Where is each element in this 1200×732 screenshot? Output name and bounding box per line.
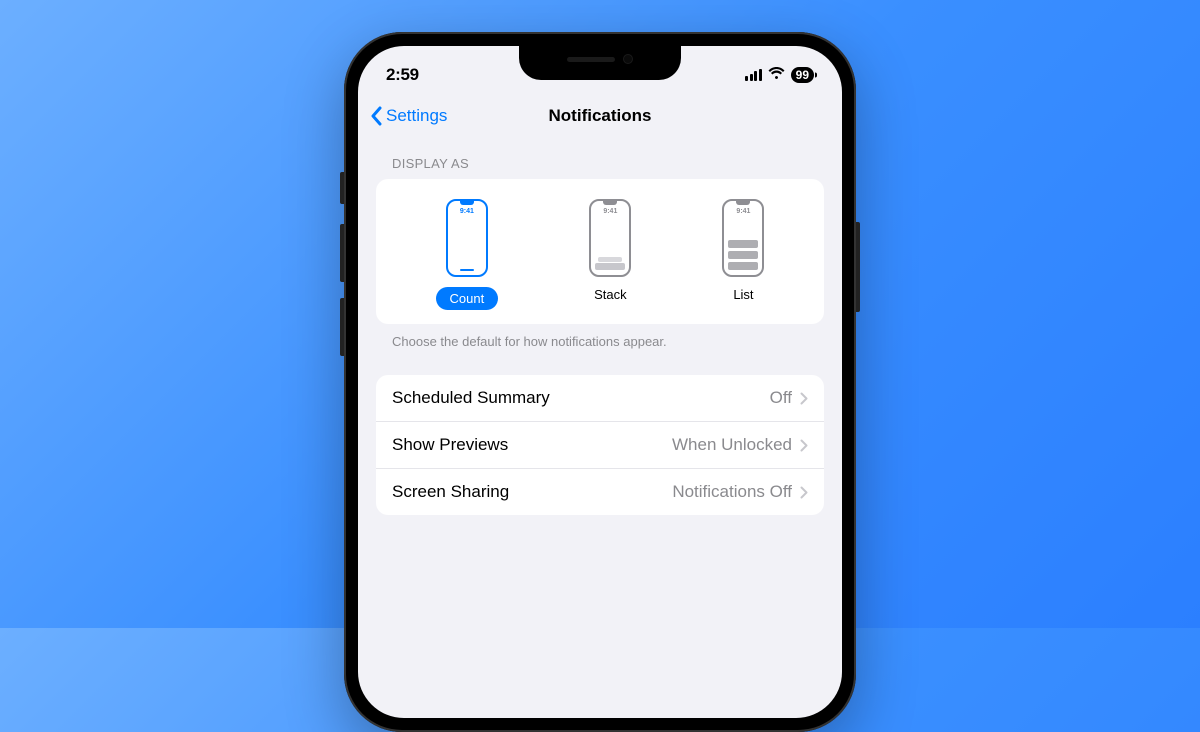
scheduled-summary-row[interactable]: Scheduled Summary Off bbox=[376, 375, 824, 422]
back-button[interactable]: Settings bbox=[370, 106, 447, 126]
chevron-right-icon bbox=[800, 392, 808, 405]
settings-list: Scheduled Summary Off Show Previews When… bbox=[376, 375, 824, 515]
status-time: 2:59 bbox=[386, 65, 419, 85]
display-option-list[interactable]: 9:41 List bbox=[722, 199, 764, 310]
page-title: Notifications bbox=[549, 106, 652, 126]
content: Display As 9:41 Count 9:41 bbox=[358, 138, 842, 515]
phone-frame: 2:59 99 bbox=[344, 32, 856, 732]
row-label: Screen Sharing bbox=[392, 482, 509, 502]
stack-label: Stack bbox=[594, 287, 627, 302]
chevron-right-icon bbox=[800, 439, 808, 452]
side-buttons-left bbox=[340, 172, 344, 372]
display-option-stack[interactable]: 9:41 Stack bbox=[589, 199, 631, 310]
row-value: Off bbox=[770, 388, 792, 408]
list-preview-icon: 9:41 bbox=[722, 199, 764, 277]
count-preview-icon: 9:41 bbox=[446, 199, 488, 277]
show-previews-row[interactable]: Show Previews When Unlocked bbox=[376, 422, 824, 469]
row-value: Notifications Off bbox=[672, 482, 792, 502]
battery-icon: 99 bbox=[791, 67, 814, 83]
status-indicators: 99 bbox=[745, 66, 814, 84]
row-label: Scheduled Summary bbox=[392, 388, 550, 408]
side-buttons-right bbox=[856, 222, 860, 312]
cellular-icon bbox=[745, 69, 762, 81]
display-as-footer: Choose the default for how notifications… bbox=[376, 324, 824, 349]
nav-bar: Settings Notifications bbox=[358, 94, 842, 138]
display-as-header: Display As bbox=[376, 156, 824, 179]
chevron-right-icon bbox=[800, 486, 808, 499]
wifi-icon bbox=[768, 66, 785, 84]
phone-screen: 2:59 99 bbox=[358, 46, 842, 718]
row-label: Show Previews bbox=[392, 435, 508, 455]
count-label: Count bbox=[436, 287, 499, 310]
display-as-card: 9:41 Count 9:41 Stack bbox=[376, 179, 824, 324]
row-value: When Unlocked bbox=[672, 435, 792, 455]
list-label: List bbox=[733, 287, 753, 302]
back-label: Settings bbox=[386, 106, 447, 126]
notch bbox=[519, 46, 681, 80]
screen-sharing-row[interactable]: Screen Sharing Notifications Off bbox=[376, 469, 824, 515]
display-option-count[interactable]: 9:41 Count bbox=[436, 199, 499, 310]
stack-preview-icon: 9:41 bbox=[589, 199, 631, 277]
